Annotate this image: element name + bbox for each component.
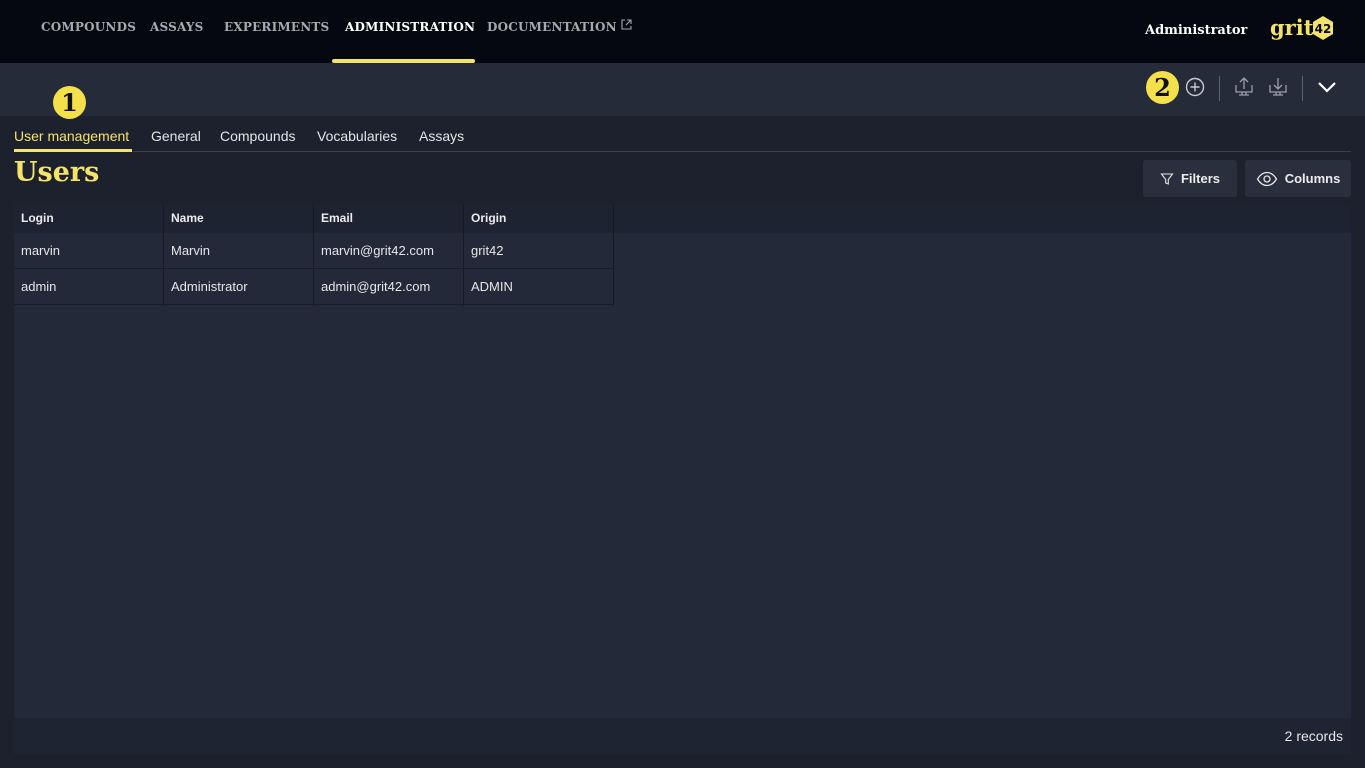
download-icon: [1269, 78, 1287, 96]
chevron-down-icon: [1318, 82, 1336, 93]
svg-text:42: 42: [1315, 22, 1332, 36]
table-row[interactable]: marvin Marvin marvin@grit42.com grit42: [14, 233, 614, 269]
table-footer: 2 records: [14, 718, 1351, 754]
page-title: Users: [14, 157, 100, 188]
cell-email: admin@grit42.com: [321, 279, 431, 294]
add-button[interactable]: [1182, 74, 1208, 100]
toolbar: 1 2: [0, 63, 1365, 119]
upload-icon: [1235, 77, 1253, 96]
active-tab-indicator: [14, 149, 132, 152]
add-circle-icon: [1185, 77, 1205, 97]
admin-subtabs: User management General Compounds Vocabu…: [14, 128, 1351, 152]
step-badge-1: 1: [53, 86, 86, 119]
table-row[interactable]: admin Administrator admin@grit42.com ADM…: [14, 269, 614, 305]
cell-name: Administrator: [171, 279, 248, 294]
filters-button[interactable]: Filters: [1143, 160, 1237, 197]
tab-user-management[interactable]: User management: [14, 128, 129, 144]
logo-text: grit: [1270, 15, 1314, 40]
tab-assays[interactable]: Assays: [419, 128, 464, 144]
top-navigation: COMPOUNDS ASSAYS EXPERIMENTS ADMINISTRAT…: [0, 0, 1365, 63]
filter-icon: [1160, 172, 1174, 185]
users-table: Login Name Email Origin marvin Marvin ma…: [14, 204, 1351, 754]
step-badge-2: 2: [1146, 71, 1179, 104]
nav-assays[interactable]: ASSAYS: [150, 20, 204, 34]
cell-origin: grit42: [471, 243, 504, 258]
nav-experiments[interactable]: EXPERIMENTS: [224, 20, 329, 34]
tab-general[interactable]: General: [151, 128, 201, 144]
external-link-icon: [621, 19, 632, 30]
nav-documentation[interactable]: DOCUMENTATION: [487, 19, 632, 34]
eye-icon: [1256, 171, 1277, 186]
import-button[interactable]: [1265, 74, 1291, 100]
filters-label: Filters: [1180, 171, 1220, 186]
tab-vocabularies[interactable]: Vocabularies: [317, 128, 397, 144]
cell-name: Marvin: [171, 243, 211, 258]
cell-login: admin: [21, 279, 57, 294]
columns-button[interactable]: Columns: [1245, 160, 1351, 197]
cell-origin: ADMIN: [471, 279, 513, 294]
nav-administration[interactable]: ADMINISTRATION: [345, 20, 475, 34]
cell-login: marvin: [21, 243, 61, 258]
toolbar-separator: [1302, 76, 1303, 101]
tab-compounds[interactable]: Compounds: [220, 128, 296, 144]
grit42-logo[interactable]: grit 42: [1270, 14, 1336, 44]
record-count: 2 records: [1284, 728, 1343, 744]
export-button[interactable]: [1231, 74, 1257, 100]
column-header-name[interactable]: Name: [164, 204, 204, 233]
user-menu[interactable]: Administrator: [1145, 23, 1247, 38]
cell-email: marvin@grit42.com: [321, 243, 434, 258]
nav-documentation-label: DOCUMENTATION: [487, 20, 617, 34]
columns-label: Columns: [1284, 171, 1341, 186]
nav-compounds[interactable]: COMPOUNDS: [41, 20, 136, 34]
column-header-origin[interactable]: Origin: [464, 204, 506, 233]
column-header-email[interactable]: Email: [314, 204, 353, 233]
collapse-button[interactable]: [1314, 74, 1340, 100]
toolbar-separator: [1219, 76, 1220, 101]
column-header-login[interactable]: Login: [14, 204, 54, 233]
